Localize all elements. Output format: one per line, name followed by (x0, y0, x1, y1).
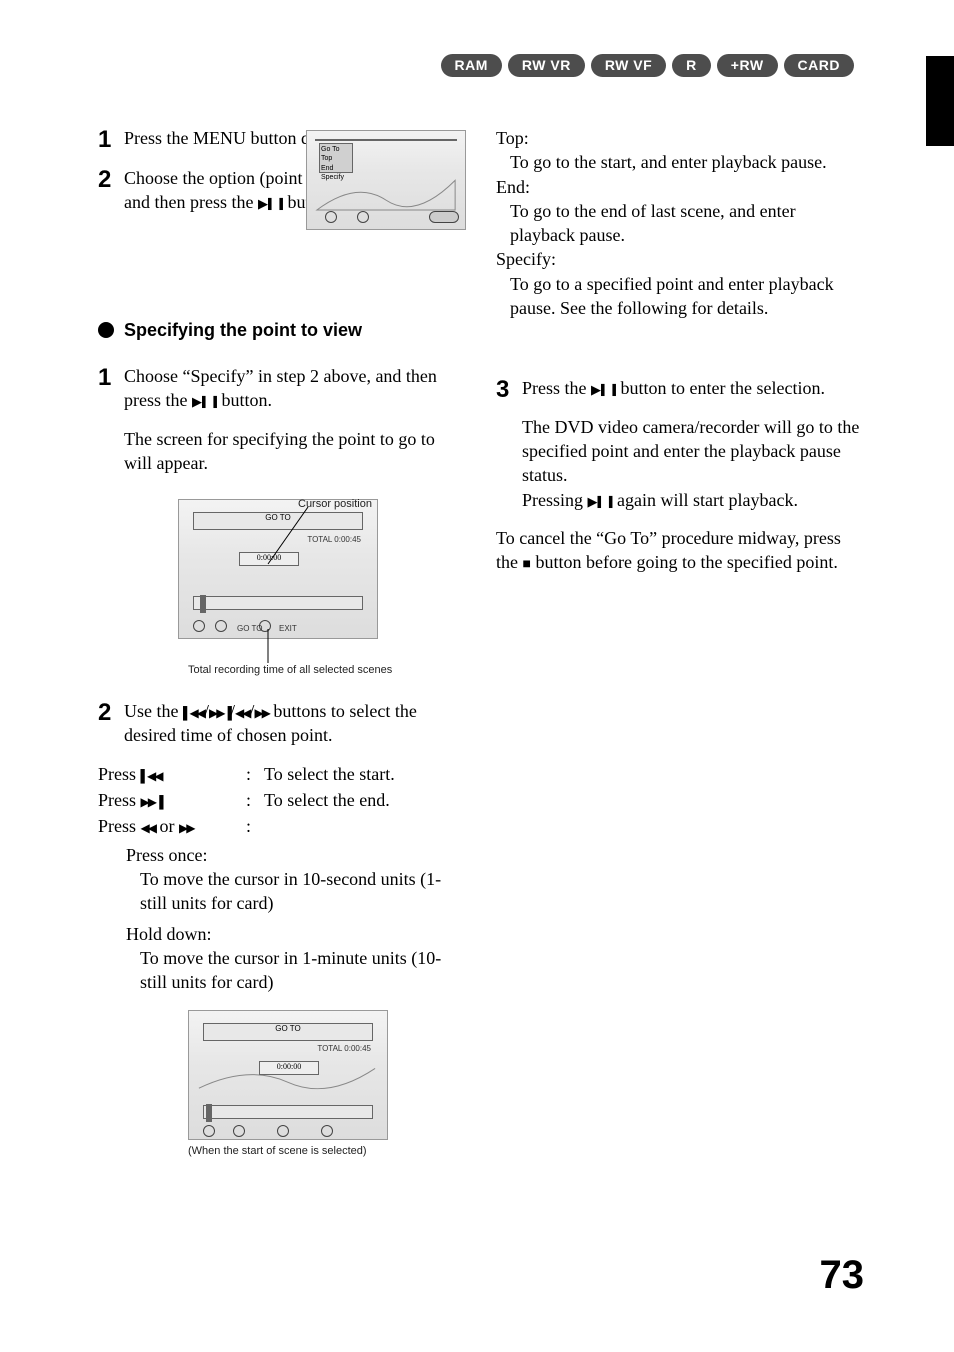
section-heading-specify-point: Specifying the point to view (98, 318, 362, 342)
badge-rwvf: RW VF (591, 54, 666, 77)
page-number: 73 (820, 1248, 865, 1302)
press-once-desc: To move the cursor in 10-second units (1… (140, 867, 466, 916)
right-column: Top: To go to the start, and enter playb… (496, 126, 864, 574)
spec-step3-text: Press the button to enter the selection.… (522, 376, 864, 511)
badge-r: R (672, 54, 711, 77)
step-number-2: 2 (98, 166, 124, 215)
step-number-1: 1 (98, 126, 124, 152)
fast-forward-icon (254, 699, 268, 723)
spec-step1-text: Choose “Specify” in step 2 above, and th… (124, 364, 466, 475)
press-instructions: Press : To select the start. Press : To … (98, 762, 466, 839)
fig-badge-icon (429, 211, 459, 223)
rewind-icon (141, 814, 155, 838)
side-tab (926, 56, 954, 146)
spec-step-number-3: 3 (496, 376, 522, 511)
hold-down-label: Hold down: (126, 922, 466, 946)
pause-icon (202, 388, 217, 412)
figure-goto-start-selected: GO TO TOTAL 0:00:45 0:00:00 (188, 1010, 388, 1140)
badge-card: CARD (784, 54, 854, 77)
spec-step-number-1: 1 (98, 364, 124, 475)
callout-lines (98, 499, 466, 699)
spec-step-number-2: 2 (98, 699, 124, 748)
fig-progress-bar (203, 1105, 373, 1119)
play-icon (588, 488, 598, 512)
pause-icon (601, 376, 616, 400)
content-columns: Go To Top End Specify 1 Press the MENU b… (98, 126, 864, 574)
skip-back-icon (183, 699, 204, 723)
pause-icon (268, 190, 283, 214)
skip-forward-icon (141, 788, 162, 812)
spec-step2-text: Use the /// buttons to select the desire… (124, 699, 466, 748)
skip-back-icon (141, 762, 162, 786)
format-badges: RAM RW VR RW VF R +RW CARD (441, 54, 855, 77)
fig-dial-icon (357, 211, 369, 223)
fig-time-box: 0:00:00 (259, 1061, 319, 1075)
press-once-label: Press once: (126, 843, 466, 867)
fig-dial-icon (325, 211, 337, 223)
figure-menu-thumbnail: Go To Top End Specify (306, 130, 466, 230)
pause-icon (598, 488, 613, 512)
hold-down-desc: To move the cursor in 1-minute units (10… (140, 946, 466, 995)
fig-bottom-caption: (When the start of scene is selected) (188, 1144, 556, 1159)
figure-hill-art (189, 1011, 387, 1140)
badge-ram: RAM (441, 54, 502, 77)
stop-icon (523, 550, 531, 574)
badge-rwvr: RW VR (508, 54, 585, 77)
bullet-icon (98, 322, 114, 338)
left-column: Go To Top End Specify 1 Press the MENU b… (98, 126, 466, 574)
play-icon (258, 190, 268, 214)
badge-plusrw: +RW (717, 54, 778, 77)
skip-forward-icon (209, 699, 230, 723)
cancel-note: To cancel the “Go To” procedure midway, … (496, 526, 864, 575)
options-definitions: Top: To go to the start, and enter playb… (496, 126, 864, 320)
rewind-icon (235, 699, 249, 723)
play-icon (192, 388, 202, 412)
play-icon (591, 376, 601, 400)
fast-forward-icon (179, 814, 193, 838)
